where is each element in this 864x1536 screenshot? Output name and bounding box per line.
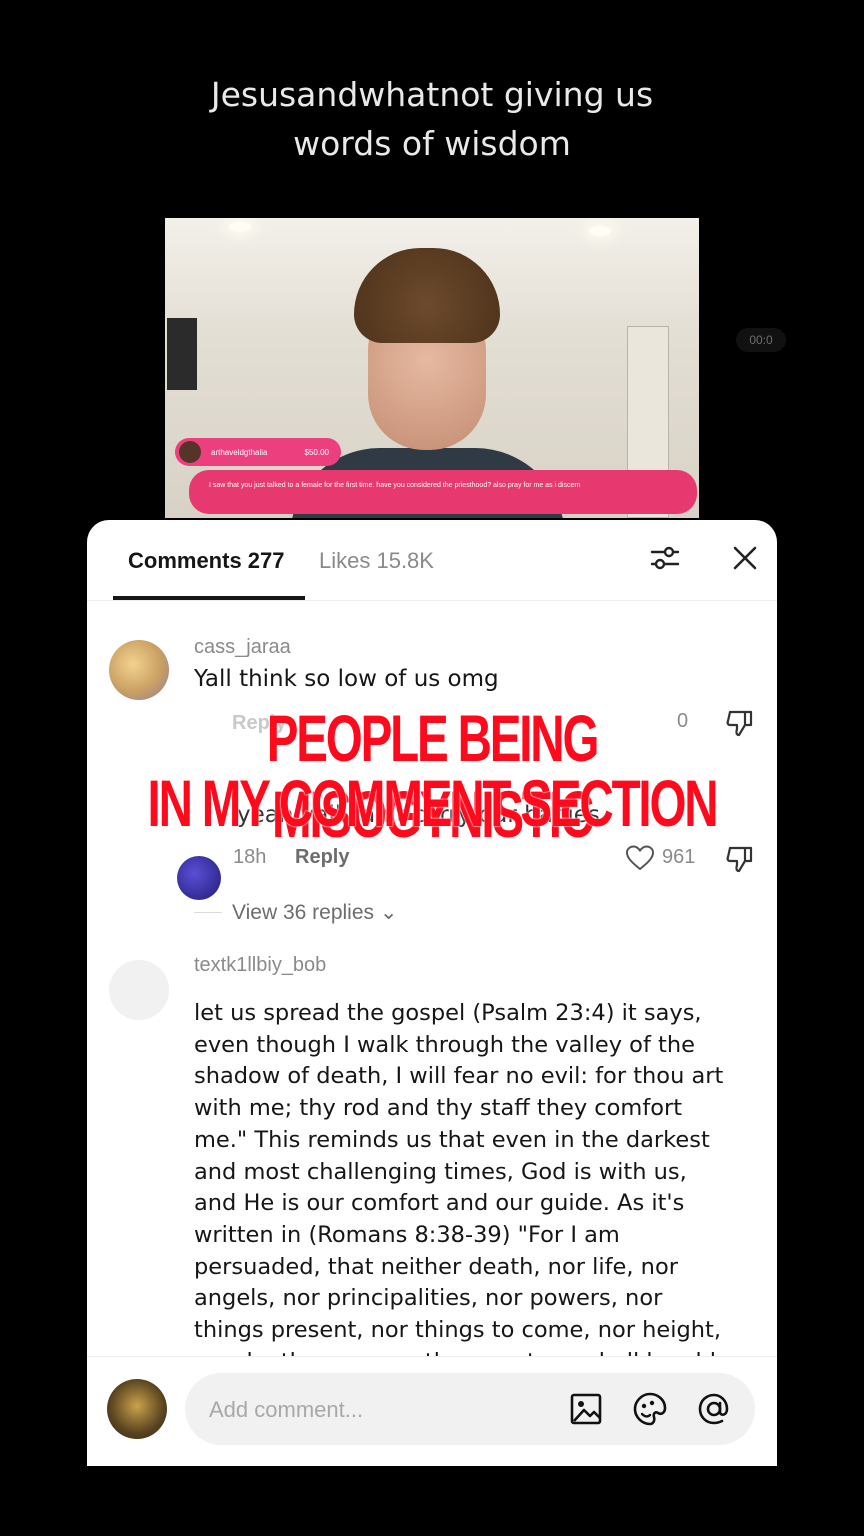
my-avatar[interactable] (107, 1379, 167, 1439)
ceiling-light (589, 226, 611, 236)
avatar[interactable] (109, 960, 169, 1020)
caption-line-1: Jesusandwhatnot giving us (210, 75, 654, 114)
donor-name: arthaveldgthalia (211, 447, 268, 457)
caption-line-2: words of wisdom (293, 124, 571, 163)
video-caption: Jesusandwhatnot giving us words of wisdo… (0, 70, 864, 168)
donation-amount: $50.00 (304, 447, 329, 457)
mention-icon[interactable] (696, 1391, 732, 1427)
view-replies-button[interactable]: View 36 replies ⌄ (232, 900, 397, 925)
comment-username[interactable]: cass_jaraa (194, 636, 291, 659)
tab-likes[interactable]: Likes 15.8K (319, 548, 434, 574)
close-icon[interactable] (727, 540, 763, 576)
ceiling-light (229, 222, 251, 232)
chevron-down-icon: ⌄ (379, 901, 398, 924)
streamer-hair (354, 248, 500, 343)
comment-text: let us spread the gospel (Psalm 23:4) it… (194, 1000, 730, 1356)
comments-sheet: Comments 277 Likes 15.8K cass_jaraa Yall… (87, 520, 777, 1466)
comment-text: Yall think so low of us omg (194, 666, 499, 692)
divider (194, 912, 222, 913)
donation-tag: arthaveldgthalia $50.00 (175, 438, 341, 466)
tab-comments[interactable]: Comments 277 (128, 548, 285, 574)
comment-input[interactable] (207, 1373, 541, 1447)
comment-composer (87, 1356, 777, 1466)
donation-message: I saw that you just talked to a female f… (189, 470, 697, 514)
comment-username[interactable]: textk1llbiy_bob (194, 954, 326, 977)
image-icon[interactable] (568, 1391, 604, 1427)
donor-avatar (179, 441, 201, 463)
video-frame[interactable]: arthaveldgthalia $50.00 I saw that you j… (165, 218, 699, 518)
comment-input-box[interactable] (185, 1373, 755, 1447)
sliders-icon[interactable] (649, 542, 681, 574)
avatar[interactable] (177, 856, 221, 900)
comment-tabs: Comments 277 Likes 15.8K (87, 520, 777, 601)
view-replies-label: View 36 replies (232, 901, 375, 924)
emoji-icon[interactable] (632, 1391, 668, 1427)
video-timer: 00:0 (736, 328, 786, 352)
wall-tv (167, 318, 197, 390)
overlay-headline-line-2: IN MY COMMENT SECTION (147, 766, 719, 840)
avatar[interactable] (109, 640, 169, 700)
